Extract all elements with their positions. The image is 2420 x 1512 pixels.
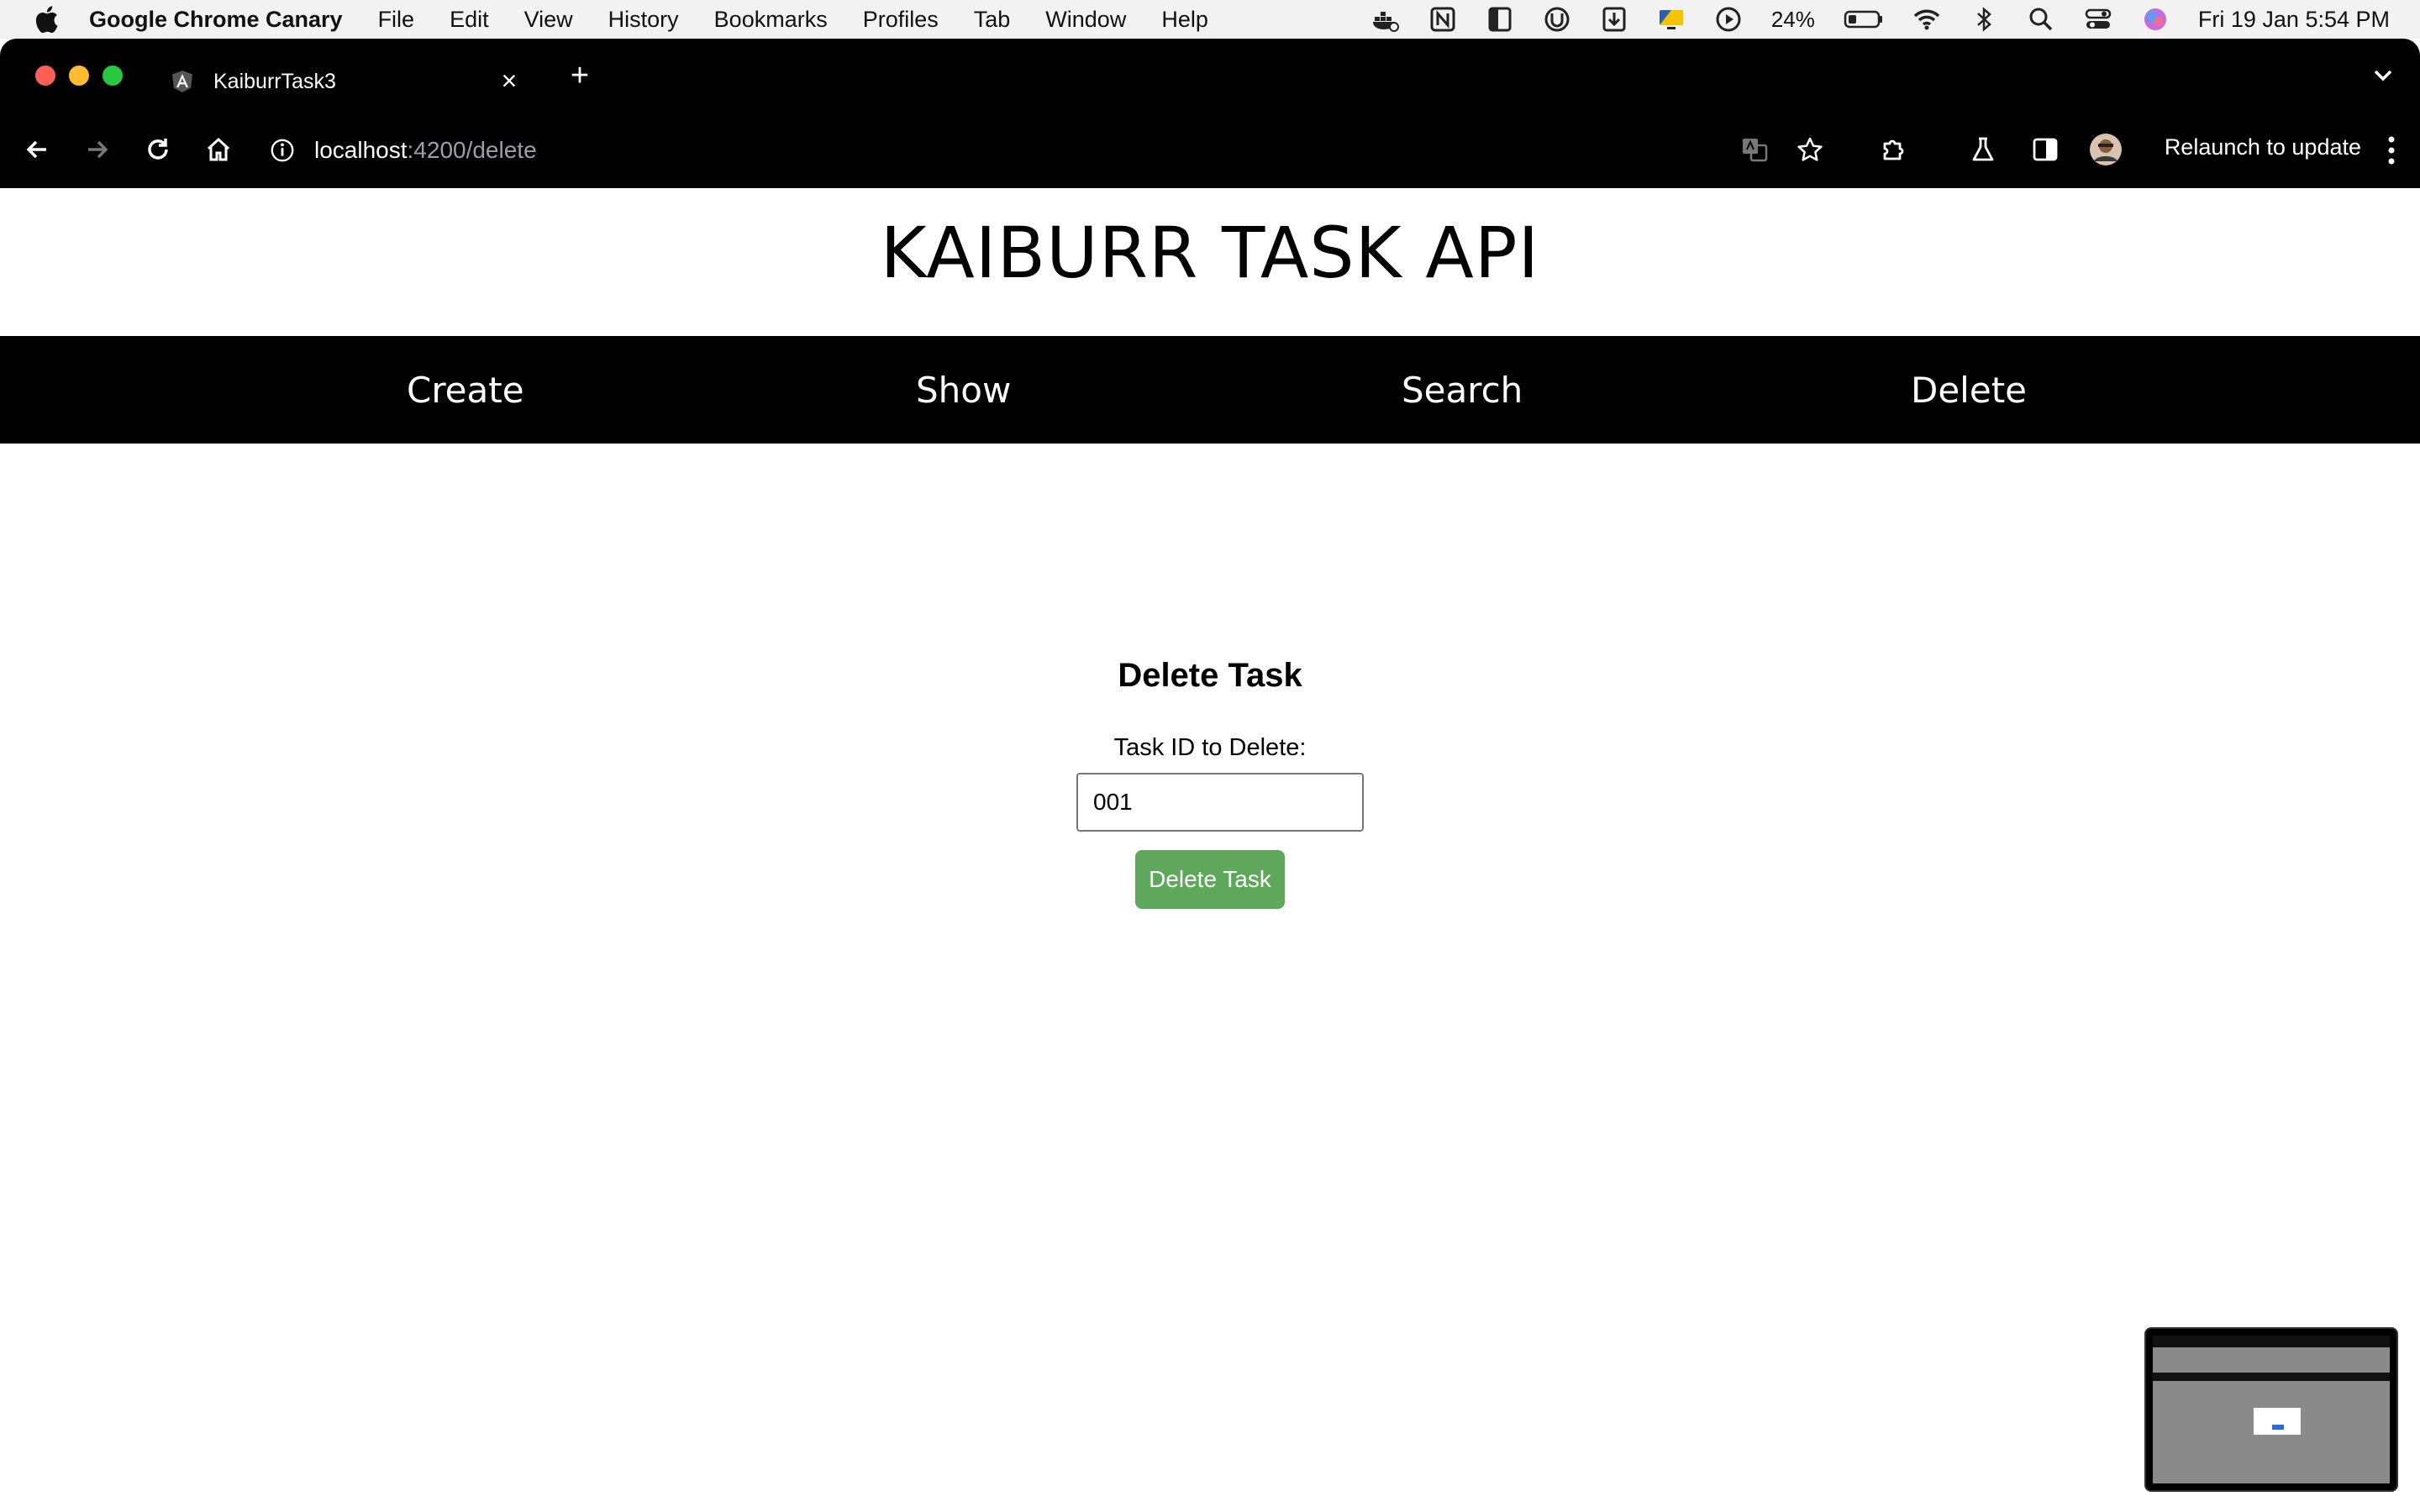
play-icon[interactable] <box>1714 5 1743 34</box>
menu-profiles[interactable]: Profiles <box>863 7 939 33</box>
translate-button[interactable] <box>1738 133 1771 166</box>
side-panel-button[interactable] <box>2028 133 2062 166</box>
url-path: :4200/delete <box>407 137 537 163</box>
web-page: KAIBURR TASK API Create Show Search Dele… <box>0 188 2420 1512</box>
tab-close-icon[interactable]: × <box>494 66 524 96</box>
delete-task-button[interactable]: Delete Task <box>1135 850 1285 909</box>
profile-avatar-icon <box>2090 134 2122 165</box>
delete-task-heading: Delete Task <box>1118 657 1302 694</box>
spotlight-search-icon[interactable] <box>2027 5 2055 34</box>
menu-bookmarks[interactable]: Bookmarks <box>714 7 828 33</box>
wifi-icon[interactable] <box>1912 5 1941 34</box>
profile-button[interactable] <box>2089 133 2123 166</box>
home-button[interactable] <box>202 133 235 166</box>
control-center-icon[interactable] <box>2084 5 2112 34</box>
thumbnail-dialog-button <box>2272 1425 2284 1430</box>
apple-icon[interactable] <box>34 5 59 34</box>
thumbnail-image <box>2153 1336 2390 1483</box>
notion-icon[interactable] <box>1428 5 1457 34</box>
menu-view[interactable]: View <box>524 7 573 33</box>
back-arrow-icon <box>26 140 46 159</box>
tab-title: KaiburrTask3 <box>213 69 336 93</box>
task-id-input[interactable] <box>1076 773 1364 832</box>
home-icon <box>207 137 230 161</box>
chrome-labs-button[interactable] <box>1966 133 2000 166</box>
chrome-menu-icon[interactable] <box>2386 134 2396 166</box>
task-id-label: Task ID to Delete: <box>1113 734 1307 761</box>
url-host: localhost <box>314 137 408 163</box>
reload-button[interactable] <box>141 133 175 166</box>
nav-show-link[interactable]: Show <box>916 370 1011 411</box>
relaunch-to-update-button[interactable]: Relaunch to update <box>2165 134 2361 160</box>
forward-button[interactable] <box>81 133 114 166</box>
utorrent-icon[interactable] <box>1543 5 1571 34</box>
close-window-button[interactable] <box>35 66 55 86</box>
reload-icon <box>148 139 168 160</box>
site-title: KAIBURR TASK API <box>880 212 1540 294</box>
main-nav: Create Show Search Delete <box>0 336 2420 444</box>
address-bar[interactable]: localhost:4200/delete <box>269 121 1697 180</box>
bluetooth-icon[interactable] <box>1970 5 1998 34</box>
bookmark-star-button[interactable] <box>1793 133 1827 166</box>
extensions-button[interactable] <box>1877 133 1911 166</box>
download-icon[interactable] <box>1600 5 1628 34</box>
menu-app-name[interactable]: Google Chrome Canary <box>89 7 343 33</box>
battery-percent: 24% <box>1770 6 1815 32</box>
tab-search-chevron-icon[interactable] <box>2368 62 2398 89</box>
star-icon <box>1797 137 1823 161</box>
browser-toolbar: localhost:4200/delete Relaunch to update <box>0 113 2420 188</box>
minimize-window-button[interactable] <box>69 66 89 86</box>
macos-menu-bar: Google Chrome Canary File Edit View Hist… <box>0 0 2420 39</box>
docker-icon[interactable] <box>1371 5 1400 34</box>
menu-clock[interactable]: Fri 19 Jan 5:54 PM <box>2198 7 2390 33</box>
thumbnail-nav <box>2153 1373 2390 1381</box>
flask-icon <box>1972 137 1994 161</box>
menu-file[interactable]: File <box>378 7 415 33</box>
forward-arrow-icon <box>88 140 108 159</box>
angular-favicon <box>172 71 192 92</box>
active-tab[interactable]: KaiburrTask3 × <box>151 50 538 113</box>
display-icon[interactable] <box>1657 5 1686 34</box>
puzzle-piece-icon <box>1883 139 1904 160</box>
browser-tab-strip: KaiburrTask3 × + <box>0 39 2420 113</box>
thumbnail-dialog <box>2254 1408 2301 1435</box>
menu-help[interactable]: Help <box>1161 7 1208 33</box>
screenshot-thumbnail-preview[interactable] <box>2144 1327 2398 1492</box>
nav-search-link[interactable]: Search <box>1402 370 1523 411</box>
sidebar-app-icon[interactable] <box>1486 5 1514 34</box>
siri-icon[interactable] <box>2141 5 2170 34</box>
battery-icon[interactable] <box>1844 5 1884 34</box>
nav-create-link[interactable]: Create <box>407 370 524 411</box>
status-area: 24% Fri 19 Jan 5:54 PM <box>1371 0 2390 39</box>
zoom-window-button[interactable] <box>103 66 123 86</box>
site-info-icon[interactable] <box>269 137 296 164</box>
translate-icon <box>1743 139 1768 162</box>
back-button[interactable] <box>20 133 54 166</box>
new-tab-button[interactable]: + <box>565 60 595 92</box>
menu-window[interactable]: Window <box>1045 7 1126 33</box>
side-panel-icon <box>2033 138 2058 161</box>
menu-history[interactable]: History <box>608 7 679 33</box>
menu-tab[interactable]: Tab <box>974 7 1011 33</box>
nav-delete-link[interactable]: Delete <box>1911 370 2027 411</box>
menu-edit[interactable]: Edit <box>450 7 489 33</box>
thumbnail-browser-bar <box>2153 1336 2390 1347</box>
